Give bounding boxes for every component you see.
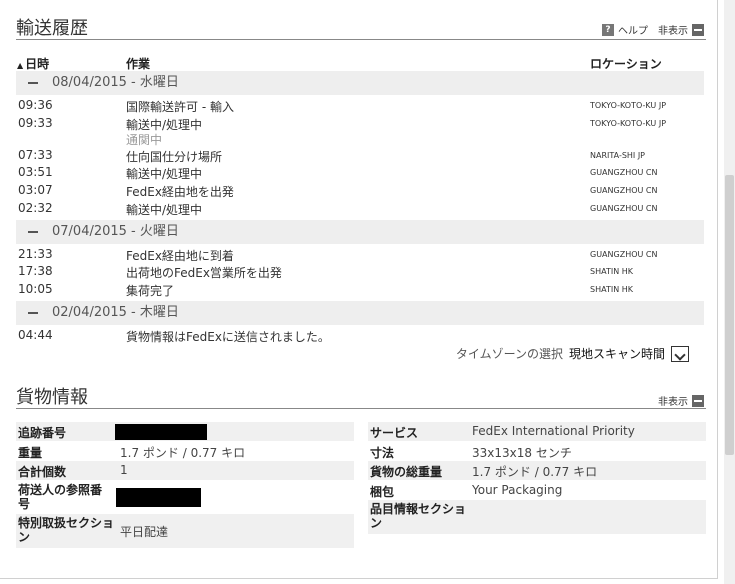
info-row-dimensions: 寸法 33x13x18 センチ xyxy=(368,442,706,461)
collapse-icon[interactable] xyxy=(692,394,704,407)
info-row-shipper-reference: 荷送人の参照番号 xyxy=(16,481,354,513)
column-header-datetime[interactable]: ▲ 日時 xyxy=(17,55,49,72)
event-row: 17:38 出荷地のFedEx営業所を出発 SHATIN HK xyxy=(18,264,633,280)
event-row: 09:33 輸送中/処理中 TOKYO-KOTO-KU JP xyxy=(18,116,667,132)
event-row: 07:33 仕向国仕分け場所 NARITA-SHI JP xyxy=(18,148,646,164)
vertical-scrollbar[interactable] xyxy=(724,0,735,584)
column-header-activity: 作業 xyxy=(126,57,151,71)
info-row-tracking-number: 追跡番号 xyxy=(16,422,354,441)
timezone-selector[interactable]: タイムゾーンの選択 現地スキャン時間 xyxy=(456,345,689,362)
help-icon[interactable]: ? xyxy=(602,23,614,36)
hide-link[interactable]: 非表示 xyxy=(658,393,688,408)
event-row: 21:33 FedEx経由地に到着 GUANGZHOU CN xyxy=(18,247,658,263)
tracking-panel: 輸送履歴 ? ヘルプ 非表示 ▲ 日時 作業 ロケーション 08/04/2015 … xyxy=(0,0,718,579)
info-row-packaging: 梱包 Your Packaging xyxy=(368,481,706,500)
info-row-total-pieces: 合計個数 1 xyxy=(16,461,354,480)
collapse-dash-icon[interactable] xyxy=(28,230,38,233)
date-group-row[interactable]: 08/04/2015 - 水曜日 xyxy=(16,71,704,95)
date-group-row[interactable]: 02/04/2015 - 木曜日 xyxy=(16,301,704,325)
info-row-total-weight: 貨物の総重量 1.7 ポンド / 0.77 キロ xyxy=(368,461,706,480)
help-link[interactable]: ヘルプ xyxy=(618,22,648,37)
collapse-dash-icon[interactable] xyxy=(28,81,38,84)
event-row: 10:05 集荷完了 SHATIN HK xyxy=(18,282,633,298)
chevron-down-icon[interactable] xyxy=(671,345,689,362)
collapse-dash-icon[interactable] xyxy=(28,311,38,314)
transport-tools: ? ヘルプ 非表示 xyxy=(602,22,704,37)
info-row-special-handling: 特別取扱セクション 平日配達 xyxy=(16,514,354,548)
shipment-info-title: 貨物情報 xyxy=(16,387,88,408)
info-row-service: サービス FedEx International Priority xyxy=(368,422,706,441)
column-header-location: ロケーション xyxy=(590,57,662,71)
hide-link[interactable]: 非表示 xyxy=(658,22,688,37)
event-row: 03:07 FedEx経由地を出発 GUANGZHOU CN xyxy=(18,183,658,199)
timezone-label: タイムゾーンの選択 xyxy=(455,347,563,361)
sort-up-icon: ▲ xyxy=(17,61,24,70)
event-row: 02:32 輸送中/処理中 GUANGZHOU CN xyxy=(18,201,658,217)
event-subnote: 通関中 xyxy=(126,133,163,147)
date-group-row[interactable]: 07/04/2015 - 火曜日 xyxy=(16,220,704,244)
redacted-tracking-number xyxy=(115,424,207,440)
scrollbar-thumb[interactable] xyxy=(725,175,734,455)
redacted-shipper-reference xyxy=(116,488,201,507)
shipment-tools: 非表示 xyxy=(658,393,704,408)
transport-history-header: 輸送履歴 ? ヘルプ 非表示 xyxy=(16,12,706,40)
info-row-commodity-info: 品目情報セクション xyxy=(368,500,706,534)
collapse-icon[interactable] xyxy=(692,23,704,36)
shipment-info-header: 貨物情報 非表示 xyxy=(16,381,706,409)
event-row: 04:44 貨物情報はFedExに送信されました。 xyxy=(18,328,330,344)
event-row: 09:36 国際輸送許可 - 輸入 TOKYO-KOTO-KU JP xyxy=(18,98,667,114)
transport-history-title: 輸送履歴 xyxy=(16,18,88,39)
timezone-value[interactable]: 現地スキャン時間 xyxy=(569,345,665,362)
info-row-weight: 重量 1.7 ポンド / 0.77 キロ xyxy=(16,442,354,461)
event-row: 03:51 輸送中/処理中 GUANGZHOU CN xyxy=(18,165,658,181)
